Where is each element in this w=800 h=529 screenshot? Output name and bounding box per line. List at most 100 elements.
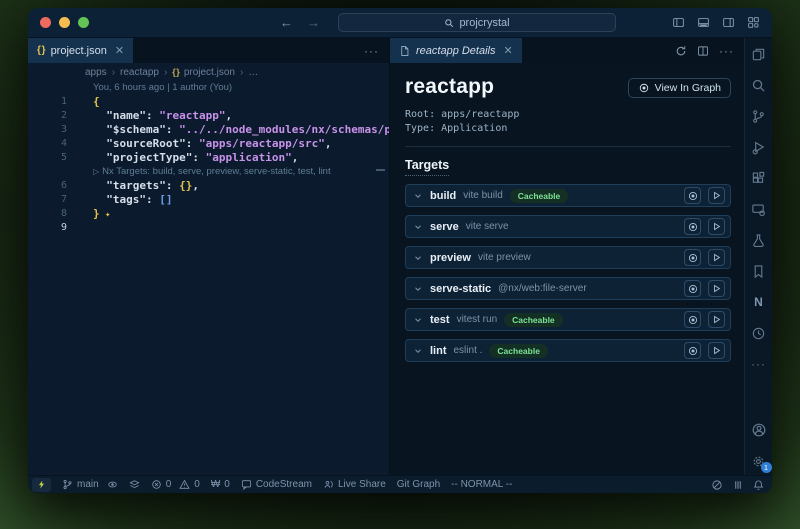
- view-target-config-button[interactable]: [684, 280, 701, 297]
- nx-console-icon[interactable]: N: [750, 294, 768, 310]
- navigate-forward-button[interactable]: →: [307, 15, 320, 30]
- scrollbar-thumb[interactable]: [376, 169, 385, 171]
- code-text[interactable]: "sourceRoot": "apps/reactapp/src",: [80, 137, 331, 151]
- clock-icon[interactable]: [750, 325, 768, 341]
- editor-layout-status-icon[interactable]: [732, 479, 744, 491]
- expand-target-button[interactable]: [413, 346, 423, 356]
- target-row[interactable]: testvitest runCacheable: [405, 308, 731, 331]
- customize-layout-icon[interactable]: [747, 16, 760, 29]
- target-command: vite build: [463, 190, 502, 201]
- target-row[interactable]: buildvite buildCacheable: [405, 184, 731, 207]
- file-icon: [399, 45, 410, 57]
- more-views-icon[interactable]: ···: [750, 356, 768, 372]
- run-target-button[interactable]: [708, 342, 725, 359]
- more-actions-icon[interactable]: ···: [364, 44, 379, 58]
- code-editor[interactable]: You, 6 hours ago | 1 author (You) 1{2 "n…: [28, 81, 389, 475]
- toggle-sidebar-left-icon[interactable]: [672, 16, 685, 29]
- target-row[interactable]: linteslint .Cacheable: [405, 339, 731, 362]
- code-text[interactable]: "name": "reactapp",: [80, 109, 232, 123]
- testing-beaker-icon[interactable]: [750, 232, 768, 248]
- tab-project-json[interactable]: { } project.json ✕: [28, 38, 133, 63]
- view-in-graph-button[interactable]: View In Graph: [628, 78, 731, 98]
- lightning-icon: [37, 479, 46, 490]
- code-token: ,: [325, 137, 332, 150]
- json-file-icon: { }: [172, 67, 179, 77]
- close-tab-icon[interactable]: ✕: [115, 44, 124, 57]
- account-icon[interactable]: [750, 422, 768, 438]
- run-target-button[interactable]: [708, 311, 725, 328]
- code-text[interactable]: {: [80, 95, 100, 109]
- refresh-icon[interactable]: [675, 45, 687, 57]
- expand-target-button[interactable]: [413, 191, 423, 201]
- extensions-icon[interactable]: [750, 170, 768, 186]
- explorer-icon[interactable]: [750, 46, 768, 62]
- close-window-button[interactable]: [40, 17, 51, 28]
- target-name: preview: [430, 252, 471, 264]
- code-text[interactable]: } ✦: [80, 207, 110, 221]
- code-line: 3 "$schema": "../../node_modules/nx/sche…: [28, 123, 389, 137]
- git-graph-status[interactable]: Git Graph: [397, 479, 440, 490]
- view-target-config-button[interactable]: [684, 342, 701, 359]
- code-text[interactable]: "projectType": "application",: [80, 151, 298, 165]
- breadcrumb[interactable]: apps › reactapp › { } project.json › …: [28, 63, 389, 81]
- git-branch-status[interactable]: main: [62, 479, 140, 490]
- counter-status[interactable]: ₩ 0: [211, 479, 230, 490]
- toggle-sidebar-right-icon[interactable]: [722, 16, 735, 29]
- play-icon: [711, 190, 722, 201]
- sync-status-icon[interactable]: [107, 479, 118, 490]
- gitlens-layers-icon[interactable]: [129, 479, 140, 490]
- copilot-status-icon[interactable]: [711, 479, 723, 491]
- live-share-status[interactable]: Live Share: [323, 479, 386, 490]
- search-icon[interactable]: [750, 77, 768, 93]
- code-text[interactable]: [80, 221, 93, 235]
- nx-targets-codelens[interactable]: ▷Nx Targets: build, serve, preview, serv…: [80, 165, 331, 179]
- breadcrumb-item[interactable]: apps: [85, 67, 107, 78]
- gitlens-blame[interactable]: You, 6 hours ago | 1 author (You): [80, 81, 232, 95]
- close-tab-icon[interactable]: ✕: [504, 44, 513, 57]
- tab-reactapp-details[interactable]: reactapp Details ✕: [390, 38, 522, 63]
- expand-target-button[interactable]: [413, 315, 423, 325]
- breadcrumb-item[interactable]: reactapp: [120, 67, 159, 78]
- view-target-config-button[interactable]: [684, 187, 701, 204]
- remote-indicator[interactable]: [32, 478, 51, 492]
- view-target-config-button[interactable]: [684, 311, 701, 328]
- run-target-button[interactable]: [708, 218, 725, 235]
- settings-gear-icon[interactable]: 1: [750, 453, 768, 469]
- run-target-button[interactable]: [708, 280, 725, 297]
- line-number: 4: [28, 137, 80, 151]
- run-codelens-icon[interactable]: ▷: [93, 167, 99, 176]
- codestream-status[interactable]: CodeStream: [241, 479, 312, 490]
- more-actions-icon[interactable]: ···: [719, 44, 734, 58]
- bookmarks-icon[interactable]: [750, 263, 768, 279]
- view-target-config-button[interactable]: [684, 218, 701, 235]
- breadcrumb-item[interactable]: …: [248, 67, 258, 78]
- run-debug-icon[interactable]: [750, 139, 768, 155]
- target-row[interactable]: servevite serve: [405, 215, 731, 238]
- notifications-bell-icon[interactable]: [753, 479, 764, 491]
- split-editor-icon[interactable]: [697, 45, 709, 57]
- run-target-button[interactable]: [708, 187, 725, 204]
- code-text[interactable]: "$schema": "../../node_modules/nx/schema…: [80, 123, 389, 137]
- json-file-icon: { }: [37, 45, 45, 56]
- expand-target-button[interactable]: [413, 253, 423, 263]
- navigate-back-button[interactable]: ←: [280, 15, 293, 30]
- command-center-search[interactable]: projcrystal: [338, 13, 616, 32]
- target-row[interactable]: previewvite preview: [405, 246, 731, 269]
- code-text[interactable]: "targets": {},: [80, 179, 199, 193]
- source-control-icon[interactable]: [750, 108, 768, 124]
- code-text[interactable]: "tags": []: [80, 193, 173, 207]
- line-number: 2: [28, 109, 80, 123]
- expand-target-button[interactable]: [413, 284, 423, 294]
- view-target-config-button[interactable]: [684, 249, 701, 266]
- target-command: vitest run: [457, 314, 498, 325]
- minimize-window-button[interactable]: [59, 17, 70, 28]
- toggle-panel-bottom-icon[interactable]: [697, 16, 710, 29]
- expand-target-button[interactable]: [413, 222, 423, 232]
- target-row[interactable]: serve-static@nx/web:file-server: [405, 277, 731, 300]
- run-target-button[interactable]: [708, 249, 725, 266]
- vim-mode-indicator[interactable]: -- NORMAL --: [451, 479, 512, 490]
- problems-status[interactable]: 0 0: [151, 479, 200, 490]
- remote-explorer-icon[interactable]: [750, 201, 768, 217]
- maximize-window-button[interactable]: [78, 17, 89, 28]
- breadcrumb-item[interactable]: project.json: [184, 67, 235, 78]
